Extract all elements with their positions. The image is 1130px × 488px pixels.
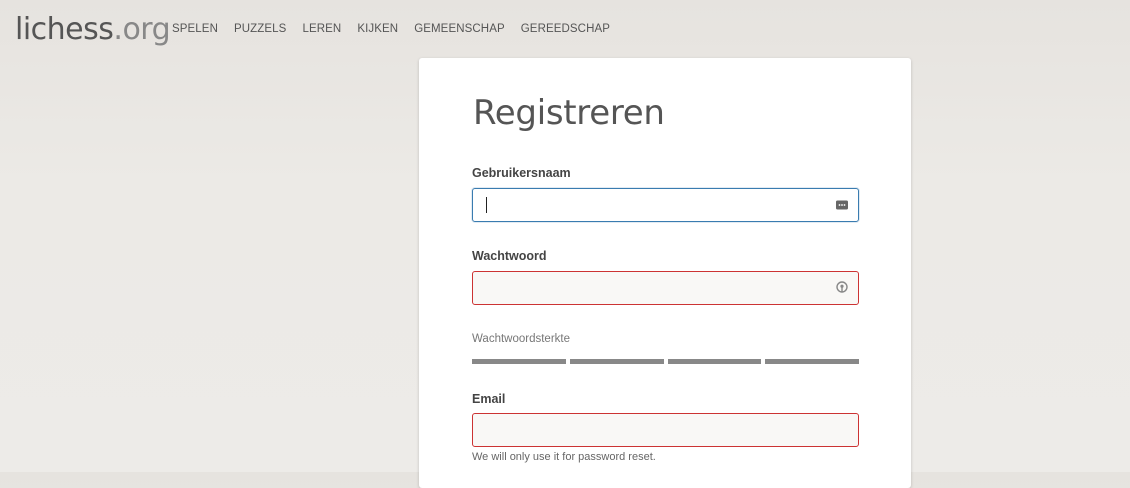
- password-strength-meter: [472, 359, 859, 364]
- username-label: Gebruikersnaam: [472, 166, 571, 180]
- nav-item-spelen[interactable]: SPELEN: [172, 23, 218, 35]
- password-field[interactable]: [472, 271, 859, 305]
- email-input[interactable]: [473, 414, 858, 446]
- nav-item-kijken[interactable]: KIJKEN: [357, 23, 398, 35]
- password-strength-label: Wachtwoordsterkte: [472, 333, 570, 345]
- text-caret: [486, 197, 487, 213]
- nav-item-leren[interactable]: LEREN: [302, 23, 341, 35]
- email-label: Email: [472, 392, 506, 406]
- username-field[interactable]: [472, 188, 859, 222]
- email-field[interactable]: [472, 413, 859, 447]
- nav-item-gemeenschap[interactable]: GEMEENSCHAP: [414, 23, 505, 35]
- top-bar: lichess.org SPELEN PUZZELS LEREN KIJKEN …: [0, 0, 1130, 58]
- page-title: Registreren: [473, 93, 665, 133]
- strength-segment: [569, 359, 664, 364]
- username-input[interactable]: [473, 189, 858, 221]
- password-key-icon[interactable]: [835, 281, 849, 295]
- site-logo[interactable]: lichess.org: [15, 12, 171, 48]
- password-manager-icon[interactable]: [835, 198, 849, 212]
- main-nav: SPELEN PUZZELS LEREN KIJKEN GEMEENSCHAP …: [172, 23, 626, 35]
- email-help-text: We will only use it for password reset.: [472, 451, 656, 463]
- logo-main: lichess: [15, 12, 114, 47]
- nav-item-puzzels[interactable]: PUZZELS: [234, 23, 286, 35]
- password-input[interactable]: [473, 272, 858, 304]
- strength-segment: [472, 359, 566, 364]
- strength-segment: [667, 359, 762, 364]
- strength-segment: [765, 359, 859, 364]
- signup-card: Registreren Gebruikersnaam Wachtwoord Wa…: [419, 58, 911, 488]
- logo-tld: .org: [113, 12, 171, 47]
- password-label: Wachtwoord: [472, 249, 547, 263]
- nav-item-gereedschap[interactable]: GEREEDSCHAP: [521, 23, 610, 35]
